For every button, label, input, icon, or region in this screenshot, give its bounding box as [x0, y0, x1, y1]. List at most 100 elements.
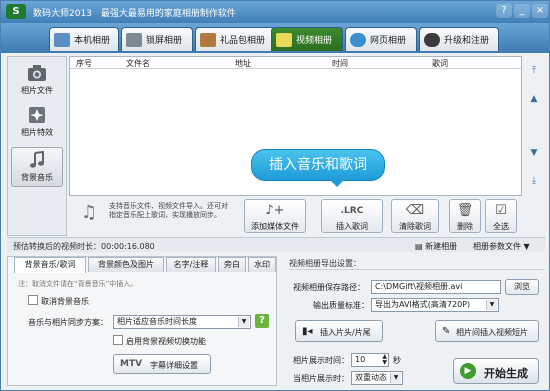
minimize-button[interactable]: _ [514, 4, 530, 18]
enable-switch-checkbox[interactable] [113, 335, 123, 345]
column-header[interactable]: 文件名 [126, 58, 150, 69]
duration-estimate: 预估转换后的视频时长：00:00:16.080 [13, 241, 155, 252]
delete-button[interactable]: 🗑 删除 [449, 199, 481, 233]
add-music-icon: ♪+ [265, 203, 285, 218]
column-header[interactable]: 序号 [76, 58, 92, 69]
display-time-unit: 秒 [393, 356, 401, 365]
quality-select[interactable]: 导出为AVI格式(高清720P) ▼ [371, 298, 499, 312]
sync-select[interactable]: 相片适应音乐时间长度 ▼ [113, 315, 251, 329]
album-icon [54, 32, 70, 47]
sidebar: 相片文件 相片特效 背景音乐 [7, 56, 67, 236]
insert-lyrics-button[interactable]: .LRC 插入歌词 [321, 199, 383, 233]
reorder-arrows: ⤒ ▲ ▼ ⤓ [523, 56, 545, 236]
tab-video-album[interactable]: 视频相册 [271, 27, 343, 51]
mtv-settings-label: 字幕详细设置 [150, 361, 198, 370]
cancel-music-label: 取消背景音乐 [41, 297, 89, 306]
duration-label: 预估转换后的视频时长： [13, 242, 101, 251]
play-icon: ▶ [460, 363, 476, 379]
sidebar-item-music[interactable]: 背景音乐 [11, 147, 63, 187]
select-all-icon: ☑ [495, 203, 507, 218]
tab-gift-album[interactable]: 礼品包相册 [195, 27, 275, 51]
export-title: 视频相册导出设置： [289, 259, 361, 268]
app-window: S 数码大师2013 最强大最易用的家庭相册制作软件 ? _ × 本机相册 锁屏… [0, 0, 550, 391]
music-list-header: 序号 文件名 地址 时间 歌词 [70, 57, 521, 69]
new-album-icon: ▤ [415, 242, 426, 251]
tab-label: 礼品包相册 [220, 36, 266, 46]
display-mode-label: 当相片展示时： [293, 374, 349, 383]
add-media-button[interactable]: ♪+ 添加媒体文件 [244, 199, 306, 233]
display-time-field[interactable]: 10 ▲ ▼ [351, 353, 389, 367]
eraser-icon: ⌫ [405, 203, 425, 218]
tab-narration[interactable]: 旁白 [218, 257, 246, 272]
mtv-icon: MTV [120, 359, 143, 369]
close-button[interactable]: × [532, 4, 548, 18]
main-tab-bar: 本机相册 锁屏相册 礼品包相册 视频相册 网页相册 升级和注册 [1, 23, 549, 53]
delete-label: 删除 [457, 222, 473, 231]
upgrade-icon [424, 32, 440, 47]
tab-watermark[interactable]: 水印 [248, 257, 276, 272]
tab-music-lyrics[interactable]: 背景音乐/歌词 [14, 257, 86, 273]
music-note-icon [30, 151, 44, 168]
column-header[interactable]: 地址 [235, 58, 251, 69]
clear-lyrics-button[interactable]: ⌫ 清除歌词 [391, 199, 439, 233]
music-note-icon: ♫ [81, 202, 98, 223]
app-logo: S [6, 4, 26, 19]
status-bar: 预估转换后的视频时长：00:00:16.080 ▤ 新建相册 相册参数文件 ▼ [7, 237, 545, 252]
save-path-field[interactable]: C:\DMGift\视频相册.avi [371, 280, 501, 294]
tab-web-album[interactable]: 网页相册 [345, 27, 417, 51]
export-settings-panel: 视频相册导出设置： 视频相册保存路径： C:\DMGift\视频相册.avi 浏… [289, 256, 545, 386]
column-header[interactable]: 歌词 [432, 58, 448, 69]
help-button[interactable]: ? [496, 4, 512, 18]
gift-icon [200, 32, 216, 47]
sidebar-item-photos[interactable]: 相片文件 [11, 61, 63, 101]
move-down-icon[interactable]: ▼ [527, 146, 541, 160]
move-up-icon[interactable]: ▲ [527, 92, 541, 106]
insert-opening-label: 插入片头/片尾 [320, 328, 371, 337]
column-header[interactable]: 时间 [332, 58, 348, 69]
generate-button[interactable]: ▶ 开始生成 [453, 358, 539, 384]
trash-icon: 🗑 [456, 203, 474, 218]
move-top-icon[interactable]: ⤒ [527, 64, 541, 78]
sync-value: 相片适应音乐时间长度 [117, 317, 197, 326]
enable-switch-label: 启用背景视频切换功能 [126, 337, 206, 346]
display-mode-value: 双重动态 [355, 373, 387, 382]
tab-upgrade[interactable]: 升级和注册 [419, 27, 499, 51]
cancel-music-checkbox[interactable] [28, 295, 38, 305]
album-params-label: 相册参数文件 [473, 242, 521, 251]
dropdown-arrow-icon: ▼ [521, 242, 530, 251]
album-params-link[interactable]: 相册参数文件 ▼ [473, 241, 530, 252]
browse-button[interactable]: 浏览 [505, 279, 539, 295]
title-bar: S 数码大师2013 最强大最易用的家庭相册制作软件 ? _ × [1, 1, 549, 23]
camera-icon [28, 65, 46, 81]
display-mode-select[interactable]: 双重动态 ▼ [351, 371, 403, 385]
sidebar-item-label: 背景音乐 [21, 173, 53, 182]
tab-name-note[interactable]: 名字/注释 [166, 257, 216, 272]
quality-label: 输出质量标准： [313, 301, 369, 310]
insert-opening-button[interactable]: ▮◂ 插入片头/片尾 [295, 320, 383, 342]
film-icon [276, 32, 292, 47]
sidebar-item-label: 相片文件 [21, 86, 53, 95]
move-bottom-icon[interactable]: ⤓ [527, 174, 541, 188]
spinner-icon[interactable]: ▲ ▼ [382, 354, 387, 366]
clear-lyrics-label: 清除歌词 [399, 222, 431, 231]
tab-lockscreen-album[interactable]: 锁屏相册 [121, 27, 193, 51]
insert-lyrics-label: 插入歌词 [336, 222, 368, 231]
display-time-label: 相片展示时间： [293, 356, 349, 365]
chevron-down-icon: ▼ [390, 373, 401, 383]
tab-local-album[interactable]: 本机相册 [49, 27, 119, 51]
sidebar-item-effects[interactable]: 相片特效 [11, 103, 63, 143]
new-album-label: 新建相册 [425, 242, 458, 251]
help-icon[interactable]: ? [255, 314, 269, 328]
tab-background[interactable]: 背景颜色及图片 [88, 257, 164, 272]
select-all-button[interactable]: ☑ 全选 [485, 199, 517, 233]
mtv-settings-button[interactable]: MTV 字幕详细设置 [113, 354, 211, 374]
tab-label: 本机相册 [74, 36, 111, 46]
web-icon [350, 32, 366, 47]
quality-value: 导出为AVI格式(高清720P) [375, 300, 471, 309]
panel-note: 注：取消文件请在“背景音乐”中插入。 [18, 280, 138, 288]
select-all-label: 全选 [493, 222, 509, 231]
insert-between-button[interactable]: ✎ 相片间插入视频短片 [435, 320, 539, 342]
tab-label: 升级和注册 [444, 36, 490, 46]
insert-between-label: 相片间插入视频短片 [456, 328, 528, 337]
new-album-link[interactable]: ▤ 新建相册 [415, 241, 457, 252]
